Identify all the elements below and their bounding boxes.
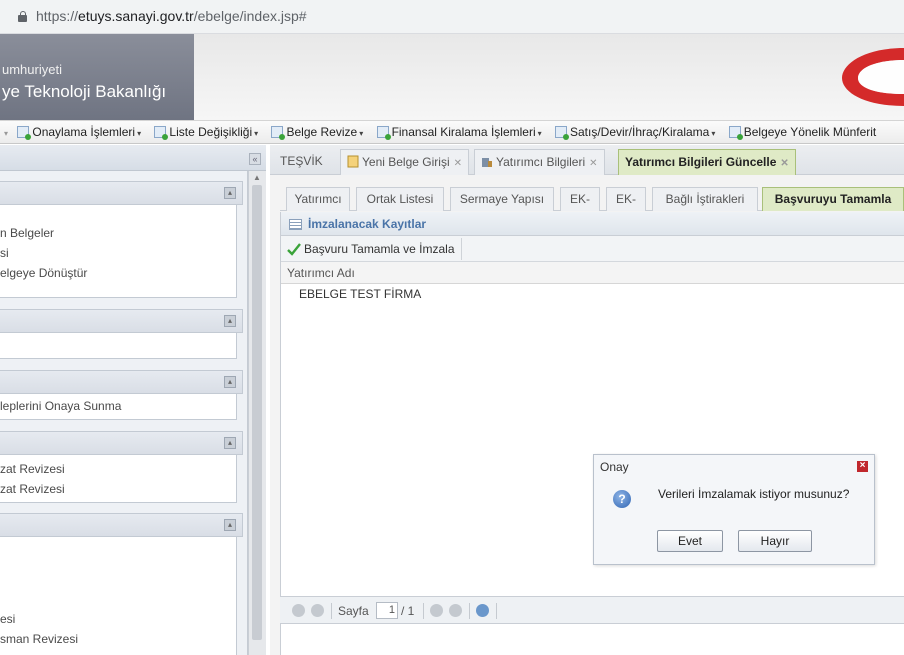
menu-satis-devir[interactable]: Satış/Devir/İhraç/Kiralama ▾: [549, 121, 719, 143]
left-panel-header: «: [0, 145, 266, 171]
menu-caret-icon: ▾: [4, 129, 9, 138]
subtab-yatirimci[interactable]: Yatırımcı: [286, 187, 350, 211]
ministry-title-line2: ye Teknoloji Bakanlığı: [2, 82, 167, 101]
menu-item-icon: [154, 126, 169, 140]
close-tab-icon[interactable]: ✕: [589, 158, 597, 169]
grid-title: İmzalanacak Kayıtlar: [308, 217, 427, 231]
grid-toolbar: Başvuru Tamamla ve İmzala: [281, 236, 904, 262]
collapse-panel-icon[interactable]: «: [249, 153, 261, 165]
document-icon: [347, 155, 359, 168]
tab-tesvik[interactable]: TEŞVİK: [274, 149, 329, 175]
checkmark-icon: [287, 243, 301, 256]
menu-item-icon: [728, 126, 743, 140]
subtab-bagli-istirakleri[interactable]: Bağlı İştirakleri: [652, 187, 758, 211]
question-icon: ?: [613, 490, 631, 508]
next-page-icon[interactable]: [430, 604, 443, 617]
grid-title-bar: İmzalanacak Kayıtlar: [281, 212, 904, 236]
menu-item-icon: [376, 126, 391, 140]
nav-item[interactable]: esi: [0, 609, 236, 629]
subtab-sermaye-yapisi[interactable]: Sermaye Yapısı: [450, 187, 554, 211]
close-tab-icon[interactable]: ✕: [454, 158, 462, 169]
menu-item-icon: [554, 126, 569, 140]
ministry-logo: [842, 48, 904, 106]
yes-button[interactable]: Evet: [657, 530, 723, 552]
no-button[interactable]: Hayır: [738, 530, 812, 552]
refresh-icon[interactable]: [476, 604, 489, 617]
nav-group-3: ▴ leplerini Onaya Sunma: [0, 370, 243, 420]
left-panel-scrollbar[interactable]: ▲: [248, 171, 266, 655]
main-content: TEŞVİK Yeni Belge Girişi ✕ Yatırımcı Bilg…: [270, 145, 904, 655]
grid-panel: İmzalanacak Kayıtlar Başvuru Tamamla ve …: [280, 212, 904, 655]
menu-finansal-kiralama[interactable]: Finansal Kiralama İşlemleri ▾: [371, 121, 546, 143]
module-tab-bar: TEŞVİK Yeni Belge Girişi ✕ Yatırımcı Bilg…: [270, 145, 904, 175]
tab-yatirimci-bilgileri-guncelle[interactable]: Yatırımcı Bilgileri Güncelle ✕: [618, 149, 796, 175]
nav-item[interactable]: leplerini Onaya Sunma: [0, 396, 236, 416]
url-text[interactable]: https://etuys.sanayi.gov.tr/ebelge/index…: [36, 8, 307, 24]
left-navigation-panel: « ▴ n Belgeler si elgeye Dönüştür ▴ ▴ le…: [0, 145, 266, 655]
tab-yatirimci-bilgileri[interactable]: Yatırımcı Bilgileri ✕: [474, 149, 605, 175]
nav-group-2: ▴: [0, 309, 243, 359]
dialog-title: Onay: [600, 460, 629, 474]
expand-toggle-icon[interactable]: ▴: [224, 437, 236, 449]
first-page-icon[interactable]: [292, 604, 305, 617]
nav-item[interactable]: si: [0, 243, 236, 263]
grid-pager: Sayfa 1 / 1: [280, 596, 904, 624]
menu-belge-revize[interactable]: Belge Revize ▾: [265, 121, 367, 143]
confirm-dialog: Onay × ? Verileri İmzalamak istiyor musu…: [593, 454, 875, 565]
previous-page-icon[interactable]: [311, 604, 324, 617]
browser-address-bar[interactable]: https://etuys.sanayi.gov.tr/ebelge/index…: [0, 0, 904, 34]
close-icon[interactable]: ×: [857, 461, 868, 472]
nav-item[interactable]: sman Revizesi: [0, 629, 236, 649]
nav-group-4: ▴ zat Revizesi zat Revizesi: [0, 431, 243, 503]
dialog-header[interactable]: Onay ×: [594, 455, 874, 477]
header-banner: umhuriyeti ye Teknoloji Bakanlığı: [0, 34, 904, 120]
nav-group-1: ▴ n Belgeler si elgeye Dönüştür: [0, 181, 243, 298]
ministry-title: umhuriyeti ye Teknoloji Bakanlığı: [0, 34, 194, 120]
nav-item[interactable]: elgeye Dönüştür: [0, 263, 236, 283]
page-label: Sayfa: [338, 604, 369, 618]
lock-icon: [18, 11, 27, 22]
subtab-ek-2[interactable]: EK-2: [606, 187, 646, 228]
page-number-input[interactable]: 1: [376, 602, 398, 619]
ministry-title-line1: umhuriyeti: [2, 62, 62, 77]
menu-onaylama-islemleri[interactable]: Onaylama İşlemleri ▾: [11, 121, 145, 143]
expand-toggle-icon[interactable]: ▴: [224, 519, 236, 531]
subtab-ortak-listesi[interactable]: Ortak Listesi: [356, 187, 444, 211]
building-icon: [482, 158, 492, 167]
subtab-basvuruyu-tamamla[interactable]: Başvuruyu Tamamla: [762, 187, 904, 211]
table-row[interactable]: EBELGE TEST FİRMA: [281, 285, 904, 305]
menu-item-icon: [271, 126, 286, 140]
close-tab-icon[interactable]: ✕: [780, 158, 788, 169]
grid-column-header[interactable]: Yatırımcı Adı: [281, 262, 904, 284]
complete-and-sign-button[interactable]: Başvuru Tamamla ve İmzala: [283, 238, 462, 260]
dialog-message: Verileri İmzalamak istiyor musunuz?: [658, 487, 850, 501]
page-count: / 1: [401, 604, 415, 618]
scrollbar-thumb[interactable]: [252, 185, 262, 640]
expand-toggle-icon[interactable]: ▴: [224, 376, 236, 388]
expand-toggle-icon[interactable]: ▴: [224, 315, 236, 327]
scroll-up-icon[interactable]: ▲: [253, 173, 261, 182]
nav-group-5: ▴ esi sman Revizesi: [0, 513, 243, 655]
tab-yeni-belge-girisi[interactable]: Yeni Belge Girişi ✕: [340, 149, 469, 175]
menu-belgeye-yonelik[interactable]: Belgeye Yönelik Münferit: [723, 121, 881, 143]
sub-tab-bar: Yatırımcı Ortak Listesi Sermaye Yapısı E…: [280, 185, 904, 228]
menu-item-icon: [17, 126, 32, 140]
nav-item[interactable]: zat Revizesi: [0, 479, 236, 499]
menu-liste-degisikligi[interactable]: Liste Değişikliği ▾: [148, 121, 262, 143]
main-menu-bar: ▾ Onaylama İşlemleri ▾ Liste Değişikliği ▾…: [0, 120, 904, 144]
last-page-icon[interactable]: [449, 604, 462, 617]
table-icon: [289, 219, 302, 230]
expand-toggle-icon[interactable]: ▴: [224, 187, 236, 199]
subtab-ek-1[interactable]: EK-1: [560, 187, 600, 228]
nav-item[interactable]: n Belgeler: [0, 223, 236, 243]
nav-item[interactable]: zat Revizesi: [0, 459, 236, 479]
